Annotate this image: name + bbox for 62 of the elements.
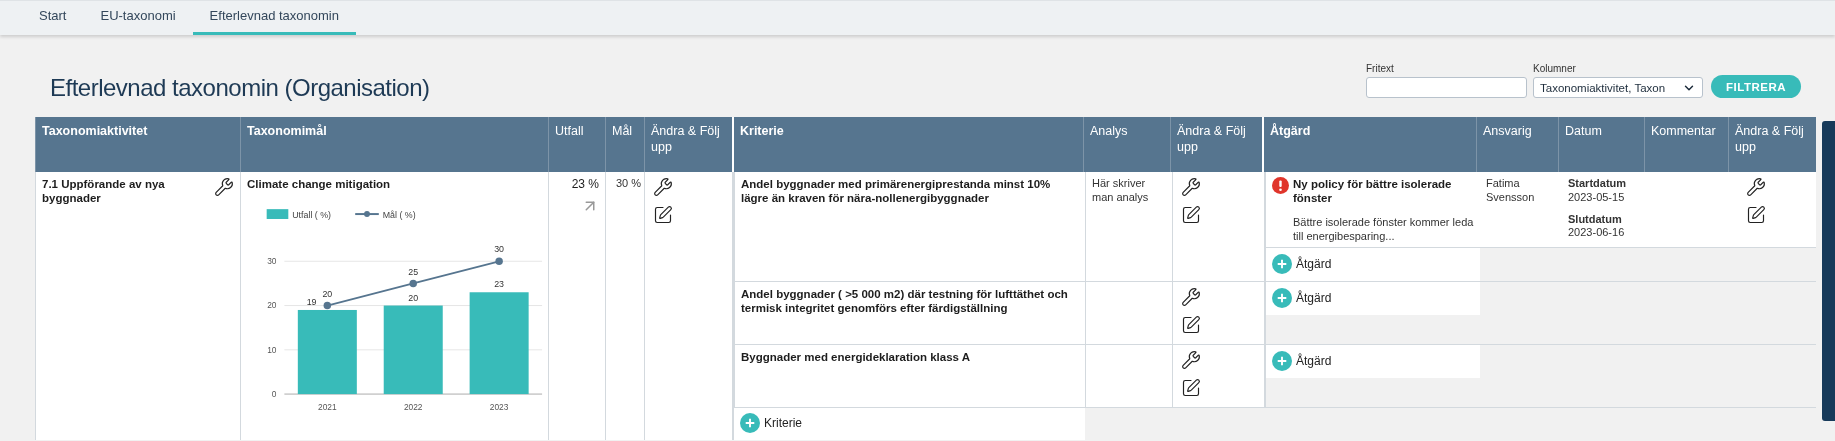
axis-tick: 30 — [267, 256, 277, 267]
wrench-icon[interactable] — [653, 177, 673, 197]
add-action-button[interactable]: Åtgärd — [1272, 254, 1332, 274]
field-label: Kolumner — [1533, 63, 1577, 74]
page-title: Efterlevnad taxonomin (Organisation) — [50, 74, 430, 102]
edit-icon[interactable] — [1181, 378, 1201, 398]
wrench-icon[interactable] — [1181, 287, 1201, 307]
criterion-text: Andel byggnader med primärenergiprestanda minst 10% lägre än kraven för nära-nollenergibyggnader — [741, 177, 1052, 206]
target-value: 30 % — [615, 177, 641, 191]
edit-icon[interactable] — [1181, 315, 1201, 335]
axis-tick: 10 — [267, 345, 277, 356]
tab[interactable]: EU-taxonomi — [83, 8, 193, 35]
tab[interactable]: Efterlevnad taxonomin — [192, 8, 356, 35]
legend-label: Utfall ( %) — [292, 210, 332, 221]
legend-swatch — [266, 209, 289, 220]
axis-tick: 20 — [267, 300, 277, 311]
plus-icon — [740, 413, 760, 433]
edit-icon[interactable] — [653, 205, 673, 225]
add-action-button[interactable]: Åtgärd — [1272, 288, 1332, 308]
edit-icon[interactable] — [1746, 205, 1766, 225]
axis-label: 2022 — [403, 402, 423, 413]
axis-tick: 0 — [271, 389, 277, 400]
wrench-icon[interactable] — [1746, 177, 1766, 197]
date-label: Startdatum — [1568, 177, 1628, 191]
data-label: 20 — [322, 289, 333, 300]
date-value: 2023-05-15 — [1568, 190, 1626, 205]
data-label: 30 — [494, 244, 505, 255]
date-value: 2023-06-16 — [1568, 226, 1626, 240]
data-label: 19 — [306, 297, 317, 308]
analysis-text: Här skriver man analys — [1092, 177, 1150, 205]
goal-title: Climate change mitigation — [247, 177, 392, 192]
legend-line — [354, 211, 380, 218]
wrench-icon[interactable] — [214, 177, 234, 197]
action-title: Ny policy för bättre isolerade fönster — [1293, 177, 1453, 206]
wrench-icon[interactable] — [1181, 350, 1201, 370]
data-point — [409, 280, 417, 288]
data-point — [323, 302, 332, 310]
activity-name: 7.1 Uppförande av nya byggnader — [42, 177, 166, 206]
data-label: 25 — [408, 266, 419, 277]
add-criterion-button[interactable]: Kriterie — [740, 413, 802, 433]
axis-label: 2023 — [489, 402, 509, 413]
data-point — [495, 257, 503, 266]
tab[interactable]: Start — [22, 8, 84, 35]
data-label: 23 — [494, 279, 505, 290]
plus-icon — [1272, 288, 1292, 308]
axis-label: 2021 — [318, 402, 337, 413]
data-label: 20 — [408, 293, 419, 303]
date-label: Slutdatum — [1568, 212, 1623, 227]
action-description: Bättre isolerade fönster kommer leda till energibesparing... — [1292, 215, 1474, 244]
criterion-text: Andel byggnader ( >5 000 m2) där testning för lufttäthet och termisk integritet genomförs efter färdigställning — [741, 287, 1069, 316]
search-field[interactable] — [1366, 77, 1527, 98]
legend-label: Mål ( %) — [382, 210, 416, 221]
outcome-value: 23 % — [571, 177, 599, 191]
plus-icon — [1272, 254, 1292, 274]
responsible-name: Fatima Svensson — [1486, 177, 1536, 205]
add-action-button[interactable]: Åtgärd — [1272, 351, 1332, 371]
criterion-text: Byggnader med energideklaration klass A — [741, 350, 971, 365]
plus-icon — [1272, 351, 1292, 371]
edit-icon[interactable] — [1181, 205, 1201, 225]
columns-dropdown[interactable]: Taxonomiaktivitet, Taxon — [1533, 77, 1703, 98]
field-label: Fritext — [1366, 63, 1395, 74]
wrench-icon[interactable] — [1181, 177, 1201, 197]
